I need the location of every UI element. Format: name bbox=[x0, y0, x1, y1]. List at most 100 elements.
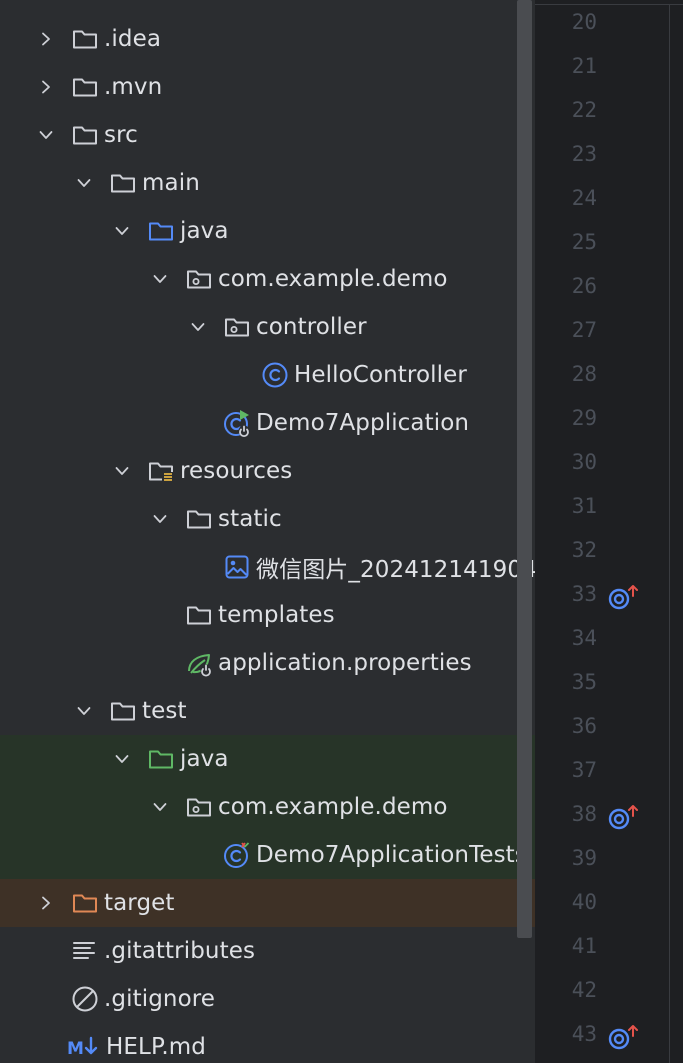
tree-item-label: main bbox=[142, 170, 200, 196]
chevron-down-icon[interactable] bbox=[73, 172, 95, 194]
tree-item-java[interactable]: java bbox=[0, 735, 535, 783]
line-number: 21 bbox=[571, 54, 597, 78]
tree-item-label: .mvn bbox=[104, 74, 163, 100]
folder-icon bbox=[108, 696, 138, 726]
overrides-method-icon[interactable] bbox=[607, 803, 641, 833]
line-number: 31 bbox=[571, 494, 597, 518]
line-number: 39 bbox=[571, 846, 597, 870]
tree-item-help-md[interactable]: M HELP.md bbox=[0, 1023, 535, 1063]
folder-icon bbox=[184, 600, 214, 630]
tree-item-com-example-demo[interactable]: com.example.demo bbox=[0, 783, 535, 831]
folder-icon bbox=[184, 504, 214, 534]
line-number: 24 bbox=[571, 186, 597, 210]
tree-item-idea[interactable]: .idea bbox=[0, 15, 535, 63]
folder-icon bbox=[70, 72, 100, 102]
java-class-icon bbox=[260, 360, 290, 390]
package-icon bbox=[184, 264, 214, 294]
chevron-down-icon[interactable] bbox=[111, 460, 133, 482]
svg-text:M: M bbox=[67, 1039, 84, 1059]
editor-gutter-divider bbox=[669, 4, 670, 1063]
chevron-down-icon[interactable] bbox=[35, 124, 57, 146]
tree-item-com-example-demo[interactable]: com.example.demo bbox=[0, 255, 535, 303]
tree-item-label: test bbox=[142, 698, 187, 724]
tree-item-target[interactable]: target bbox=[0, 879, 535, 927]
tree-item-java[interactable]: java bbox=[0, 207, 535, 255]
tree-item-application-properties[interactable]: application.properties bbox=[0, 639, 535, 687]
line-number: 34 bbox=[571, 626, 597, 650]
line-number: 29 bbox=[571, 406, 597, 430]
tree-item-label: com.example.demo bbox=[218, 794, 448, 820]
tree-item-test[interactable]: test bbox=[0, 687, 535, 735]
tree-item-gitignore[interactable]: .gitignore bbox=[0, 975, 535, 1023]
editor-gutter: 20 21 22 23 24 25 26 27 28 29 30 31 32 33 34 35 36 37 38 39… bbox=[535, 0, 683, 1063]
tree-item-label: src bbox=[104, 122, 138, 148]
source-folder-icon bbox=[146, 216, 176, 246]
tree-item-label: com.example.demo bbox=[218, 266, 448, 292]
tree-item-label: .idea bbox=[104, 26, 162, 52]
line-number: 36 bbox=[571, 714, 597, 738]
chevron-down-icon[interactable] bbox=[73, 700, 95, 722]
tree-item-label: HelloController bbox=[294, 362, 467, 388]
overrides-method-icon[interactable] bbox=[607, 583, 641, 613]
project-tree-panel: .idea .mvn src main java com.example.demo cont… bbox=[0, 0, 535, 1063]
gitignore-icon bbox=[70, 984, 100, 1014]
editor-top-border bbox=[535, 4, 683, 5]
line-number: 35 bbox=[571, 670, 597, 694]
tree-scrollbar[interactable] bbox=[517, 0, 532, 938]
markdown-icon: M bbox=[66, 1032, 102, 1062]
line-number: 26 bbox=[571, 274, 597, 298]
tree-item-label: controller bbox=[256, 314, 367, 340]
chevron-right-icon[interactable] bbox=[35, 76, 57, 98]
tree-item-label: java bbox=[180, 218, 229, 244]
tree-item-mvn[interactable]: .mvn bbox=[0, 63, 535, 111]
tree-item-templates[interactable]: templates bbox=[0, 591, 535, 639]
chevron-down-icon[interactable] bbox=[149, 268, 171, 290]
line-number: 37 bbox=[571, 758, 597, 782]
test-source-folder-icon bbox=[146, 744, 176, 774]
tree-item-src[interactable]: src bbox=[0, 111, 535, 159]
tree-item-label: static bbox=[218, 506, 282, 532]
tree-item-demo7application[interactable]: Demo7Application bbox=[0, 399, 535, 447]
chevron-down-icon[interactable] bbox=[187, 316, 209, 338]
chevron-down-icon[interactable] bbox=[149, 508, 171, 530]
spring-properties-icon bbox=[184, 648, 214, 678]
line-number: 33 bbox=[571, 582, 597, 606]
line-number: 20 bbox=[571, 10, 597, 34]
package-icon bbox=[184, 792, 214, 822]
tree-item-label: Demo7Application bbox=[256, 410, 470, 436]
java-test-class-icon bbox=[222, 840, 252, 870]
chevron-right-icon[interactable] bbox=[35, 892, 57, 914]
chevron-down-icon[interactable] bbox=[111, 748, 133, 770]
line-number: 42 bbox=[571, 978, 597, 1002]
chevron-down-icon[interactable] bbox=[149, 796, 171, 818]
tree-root-row-partial bbox=[0, 0, 396, 6]
overrides-method-icon[interactable] bbox=[607, 1023, 641, 1053]
tree-item-static[interactable]: static bbox=[0, 495, 535, 543]
line-number: 27 bbox=[571, 318, 597, 342]
line-number: 43 bbox=[571, 1022, 597, 1046]
tree-item-202412141904[interactable]: 微信图片_202412141904 bbox=[0, 543, 535, 591]
tree-item-label: .gitattributes bbox=[104, 938, 256, 964]
tree-item-controller[interactable]: controller bbox=[0, 303, 535, 351]
line-number: 41 bbox=[571, 934, 597, 958]
line-number: 23 bbox=[571, 142, 597, 166]
line-number: 25 bbox=[571, 230, 597, 254]
image-file-icon bbox=[222, 552, 252, 582]
chevron-right-icon[interactable] bbox=[35, 28, 57, 50]
tree-item-label: 微信图片_202412141904 bbox=[256, 557, 535, 583]
tree-item-demo7applicationtests[interactable]: Demo7ApplicationTests bbox=[0, 831, 535, 879]
tree-item-resources[interactable]: resources bbox=[0, 447, 535, 495]
tree-item-main[interactable]: main bbox=[0, 159, 535, 207]
tree-item-hellocontroller[interactable]: HelloController bbox=[0, 351, 535, 399]
chevron-down-icon[interactable] bbox=[111, 220, 133, 242]
tree-item-gitattributes[interactable]: .gitattributes bbox=[0, 927, 535, 975]
tree-item-label: .gitignore bbox=[104, 986, 216, 1012]
tree-item-label: java bbox=[180, 746, 229, 772]
